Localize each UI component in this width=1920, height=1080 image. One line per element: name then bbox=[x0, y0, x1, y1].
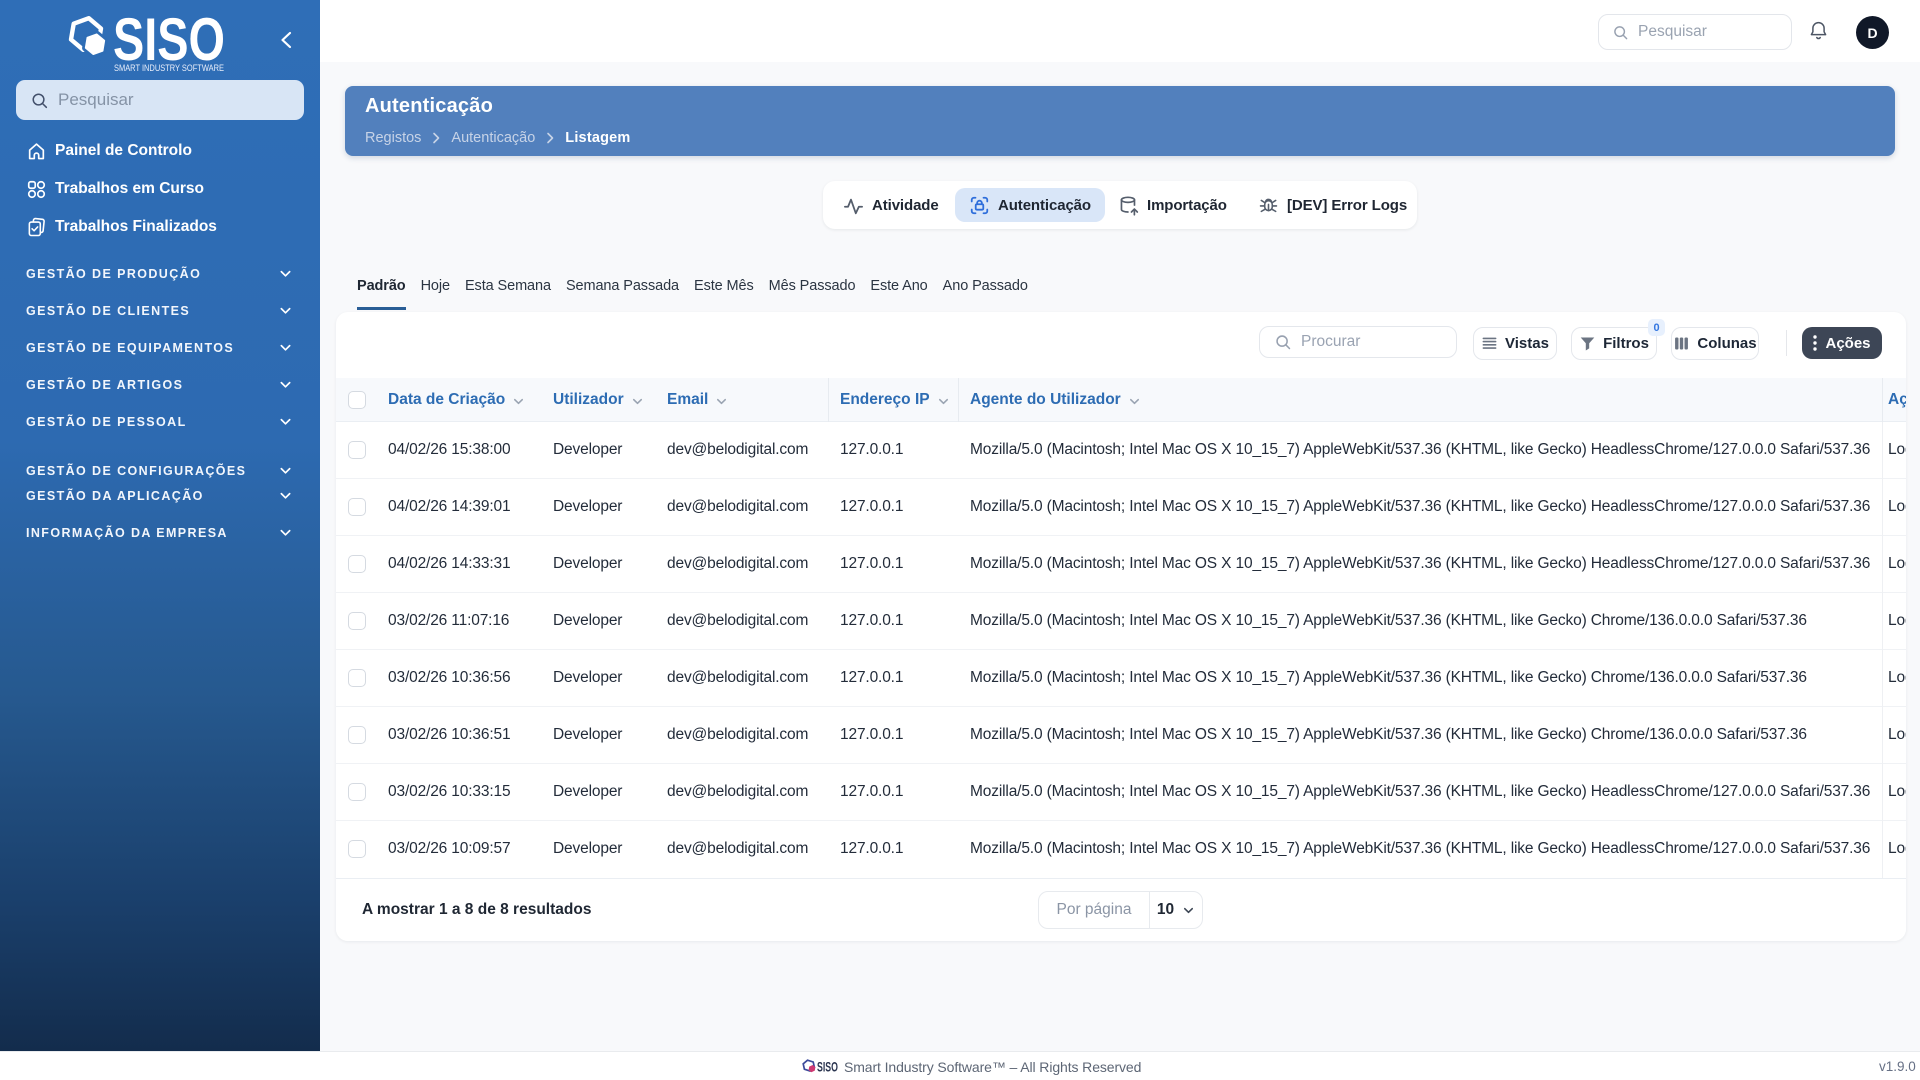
svg-text:SMART INDUSTRY SOFTWARE: SMART INDUSTRY SOFTWARE bbox=[114, 63, 224, 73]
svg-text:SISO: SISO bbox=[817, 1059, 838, 1075]
